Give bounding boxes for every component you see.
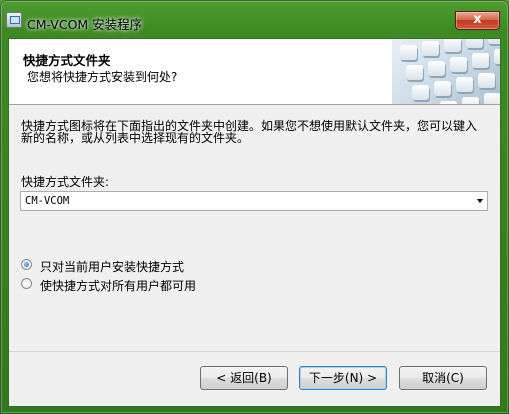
radio-button-selected[interactable] [21, 259, 32, 270]
dialog-client-area: 快捷方式文件夹 您想将快捷方式安装到何处? 快捷方式图标将在下面指出的文件夹中创… [8, 38, 501, 407]
page-subtitle: 您想将快捷方式安装到何处? [27, 70, 178, 84]
title-bar: CM-VCOM 安装程序 x [0, 0, 509, 38]
shortcut-folder-combobox[interactable]: CM-VCOM [20, 191, 488, 211]
folder-value: CM-VCOM [25, 195, 70, 207]
description-line: 新的名称，或从列表中选择现有的文件夹。 [21, 131, 250, 145]
keyboard-banner-image [392, 39, 500, 104]
cancel-button[interactable]: 取消(C) [399, 366, 487, 390]
wizard-header: 快捷方式文件夹 您想将快捷方式安装到何处? [9, 39, 500, 105]
description-text: 快捷方式图标将在下面指出的文件夹中创建。如果您不想使用默认文件夹，您可以键入 新… [21, 120, 481, 144]
close-button[interactable]: x [455, 11, 500, 30]
button-separator [9, 351, 500, 352]
radio-label[interactable]: 使快捷方式对所有用户都可用 [40, 277, 196, 294]
next-button[interactable]: 下一步(N) > [299, 366, 387, 390]
chevron-down-icon[interactable] [477, 199, 483, 203]
back-button[interactable]: < 返回(B) [200, 366, 288, 390]
window-title: CM-VCOM 安装程序 [27, 17, 143, 32]
folder-label: 快捷方式文件夹: [21, 175, 110, 189]
radio-label[interactable]: 只对当前用户安装快捷方式 [40, 258, 184, 275]
radio-button[interactable] [21, 278, 32, 289]
installer-app-icon [6, 12, 22, 28]
page-title: 快捷方式文件夹 [23, 53, 111, 68]
installer-window: CM-VCOM 安装程序 x 快捷方式文件夹 您想将快捷方式安装到何处? 快捷方… [0, 0, 509, 414]
